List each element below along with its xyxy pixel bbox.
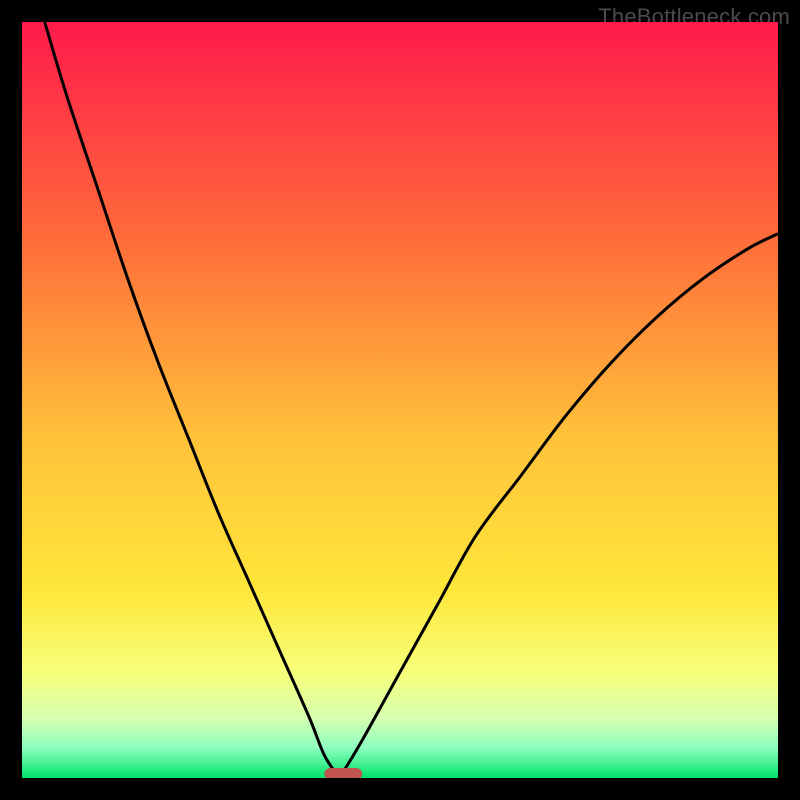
chart-svg xyxy=(22,22,778,778)
optimum-marker xyxy=(324,768,362,778)
chart-frame: TheBottleneck.com xyxy=(0,0,800,800)
gradient-background xyxy=(22,22,778,778)
plot-area xyxy=(22,22,778,778)
